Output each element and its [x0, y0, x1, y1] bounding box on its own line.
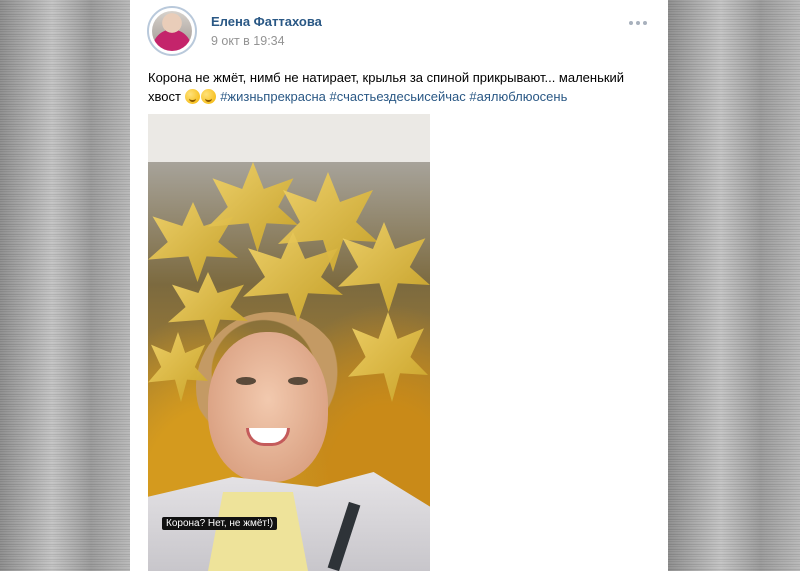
- dot: [629, 21, 633, 25]
- grinning-squint-emoji-icon: [200, 89, 216, 104]
- right-eye: [288, 377, 308, 385]
- photo-scene: [148, 162, 430, 571]
- face: [208, 332, 328, 482]
- background-right-panel: [668, 0, 800, 571]
- post-card: Елена Фаттахова 9 окт в 19:34 Корона не …: [130, 0, 668, 571]
- photo-top-bar: [148, 114, 430, 162]
- author-name[interactable]: Елена Фаттахова: [211, 14, 322, 29]
- smirk-emoji-icon: [184, 89, 200, 104]
- leaf: [348, 312, 428, 402]
- background-left-panel: [0, 0, 130, 571]
- dot: [636, 21, 640, 25]
- dot: [643, 21, 647, 25]
- left-eye: [236, 377, 256, 385]
- hashtag-link[interactable]: #аялюблюосень: [469, 89, 567, 104]
- photo-caption: Корона? Нет, не жмёт!): [162, 517, 278, 530]
- post-text: Корона не жмёт, нимб не натирает, крылья…: [148, 68, 653, 106]
- hashtag-link[interactable]: #счастьездесьисейчас: [330, 89, 466, 104]
- author-avatar[interactable]: [147, 6, 197, 56]
- more-options-icon[interactable]: [626, 16, 650, 30]
- avatar-image: [152, 11, 192, 51]
- post-photo[interactable]: Корона? Нет, не жмёт!): [148, 114, 430, 571]
- sweater: [208, 492, 308, 571]
- post-date[interactable]: 9 окт в 19:34: [211, 34, 285, 48]
- hashtag-link[interactable]: #жизньпрекрасна: [220, 89, 326, 104]
